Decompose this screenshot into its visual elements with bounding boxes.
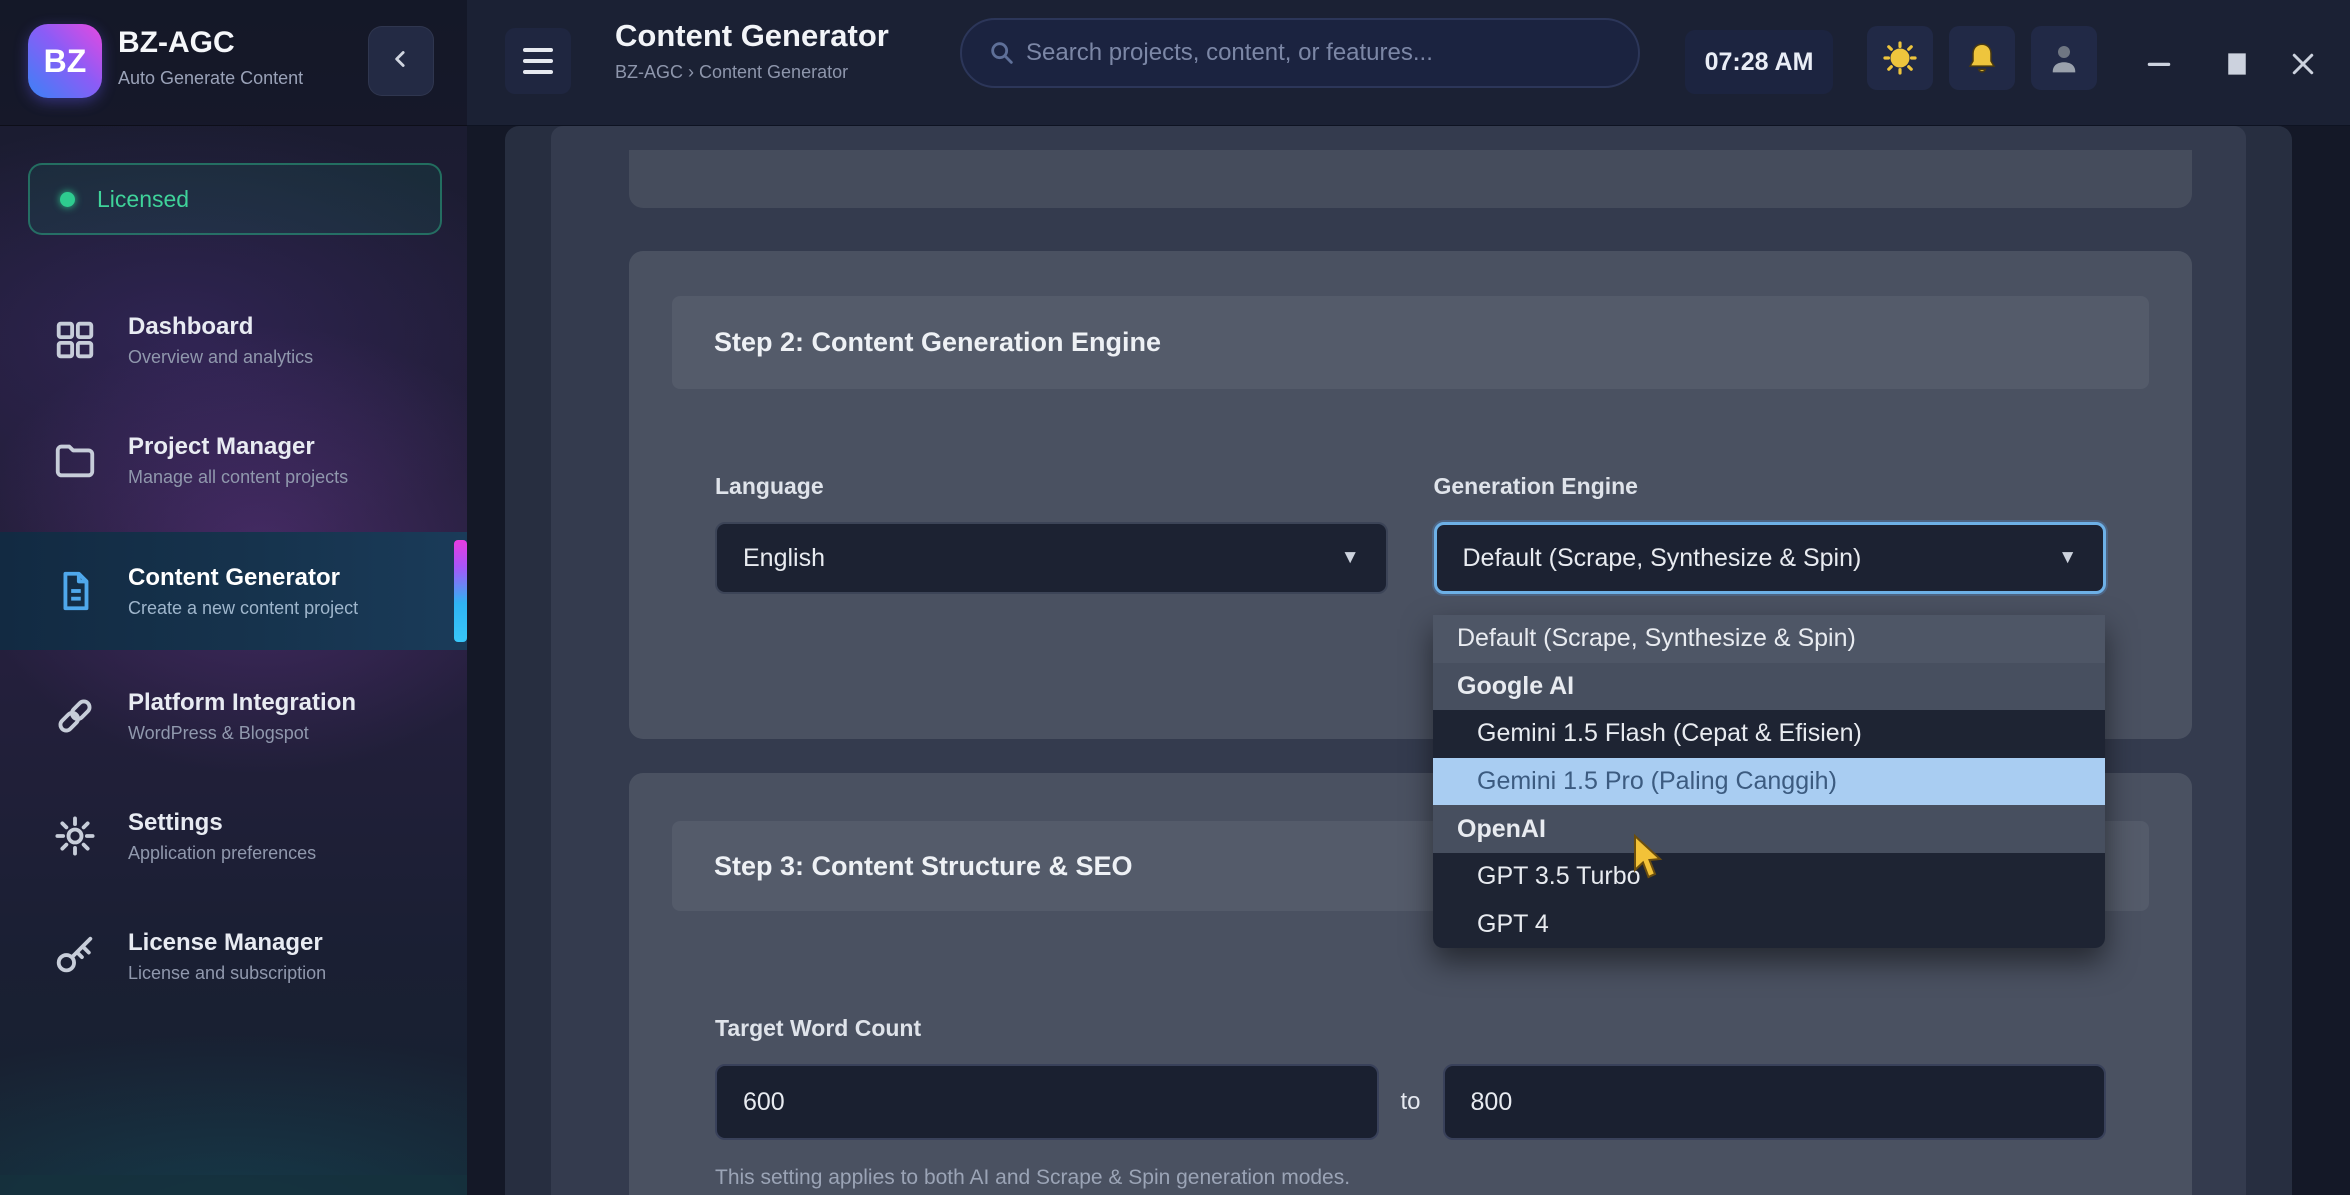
language-select[interactable]: English ▼: [715, 522, 1388, 594]
search-icon: [988, 39, 1016, 67]
chevron-down-icon: ▼: [1341, 547, 1360, 569]
chevron-down-icon: ▼: [2058, 547, 2077, 569]
engine-group-openai: OpenAI: [1433, 805, 2105, 853]
sidebar-item-label: Dashboard: [128, 313, 313, 341]
document-icon: [52, 568, 98, 614]
folder-icon: [52, 437, 98, 483]
theme-toggle-button[interactable]: [1867, 26, 1933, 90]
step2-form-row: Language English ▼ Generation Engine Def…: [672, 473, 2149, 594]
sidebar-item-sublabel: Create a new content project: [128, 598, 358, 619]
app-logo: BZ: [28, 24, 102, 98]
active-item-accent-bar: [454, 540, 467, 642]
step1-card-bottom: [629, 150, 2192, 208]
window-minimize-button[interactable]: [2139, 44, 2179, 84]
license-status-dot: [60, 192, 75, 207]
window-maximize-button[interactable]: [2217, 44, 2257, 84]
language-label: Language: [715, 473, 1388, 500]
sidebar-item-settings[interactable]: Settings Application preferences: [0, 784, 467, 888]
step2-header: Step 2: Content Generation Engine: [672, 296, 2149, 389]
engine-option-gpt4[interactable]: GPT 4: [1433, 900, 2105, 948]
brand-area: BZ BZ-AGC Auto Generate Content: [0, 0, 467, 126]
license-status-label: Licensed: [97, 186, 189, 213]
engine-field: Generation Engine Default (Scrape, Synth…: [1434, 473, 2107, 594]
sidebar-item-sublabel: WordPress & Blogspot: [128, 723, 356, 744]
sidebar-item-sublabel: Overview and analytics: [128, 347, 313, 368]
sidebar-bottom-strip: [0, 1175, 467, 1195]
sidebar-item-license-manager[interactable]: License Manager License and subscription: [0, 904, 467, 1008]
sidebar-item-dashboard[interactable]: Dashboard Overview and analytics: [0, 288, 467, 392]
sidebar-item-content-generator[interactable]: Content Generator Create a new content p…: [0, 532, 467, 650]
language-field: Language English ▼: [715, 473, 1388, 594]
word-count-label: Target Word Count: [672, 1015, 2149, 1042]
hamburger-menu-button[interactable]: [505, 28, 571, 94]
maximize-icon: [2222, 49, 2252, 79]
chevron-left-icon: [388, 46, 414, 77]
breadcrumb: BZ-AGC › Content Generator: [615, 62, 848, 83]
engine-option-gemini-pro[interactable]: Gemini 1.5 Pro (Paling Canggih): [1433, 758, 2105, 806]
sidebar-item-project-manager[interactable]: Project Manager Manage all content proje…: [0, 408, 467, 512]
engine-label: Generation Engine: [1434, 473, 2107, 500]
sidebar-item-label: Settings: [128, 809, 316, 837]
word-count-max-input[interactable]: 800: [1443, 1064, 2107, 1140]
sidebar-item-sublabel: Manage all content projects: [128, 467, 348, 488]
app-tagline: Auto Generate Content: [118, 68, 303, 89]
sidebar-item-platform-integration[interactable]: Platform Integration WordPress & Blogspo…: [0, 664, 467, 768]
page-title: Content Generator: [615, 18, 889, 54]
app-window: BZ BZ-AGC Auto Generate Content Licensed…: [0, 0, 2350, 1195]
sidebar-item-label: Project Manager: [128, 433, 348, 461]
profile-button[interactable]: [2031, 26, 2097, 90]
engine-select-value: Default (Scrape, Synthesize & Spin): [1463, 544, 1862, 573]
engine-group-google-ai: Google AI: [1433, 663, 2105, 711]
user-icon: [2046, 40, 2082, 76]
sidebar-item-label: License Manager: [128, 929, 326, 957]
sidebar: BZ BZ-AGC Auto Generate Content Licensed…: [0, 0, 467, 1195]
titlebar: Content Generator BZ-AGC › Content Gener…: [467, 0, 2350, 126]
clock-display: 07:28 AM: [1685, 30, 1833, 94]
range-separator: to: [1401, 1088, 1421, 1116]
hamburger-icon: [523, 48, 553, 52]
engine-select[interactable]: Default (Scrape, Synthesize & Spin) ▼: [1434, 522, 2107, 594]
notifications-button[interactable]: [1949, 26, 2015, 90]
sidebar-item-label: Platform Integration: [128, 689, 356, 717]
close-icon: [2288, 49, 2318, 79]
engine-option-gemini-flash[interactable]: Gemini 1.5 Flash (Cepat & Efisien): [1433, 710, 2105, 758]
sidebar-item-sublabel: License and subscription: [128, 963, 326, 984]
window-close-button[interactable]: [2283, 44, 2323, 84]
sun-icon: [1881, 39, 1919, 77]
bell-icon: [1964, 40, 2000, 76]
search-input[interactable]: [1026, 39, 1612, 67]
word-count-help-text: This setting applies to both AI and Scra…: [672, 1166, 2149, 1190]
global-search[interactable]: [960, 18, 1640, 88]
engine-option-gpt35-turbo[interactable]: GPT 3.5 Turbo: [1433, 853, 2105, 901]
word-count-range-row: 600 to 800: [672, 1064, 2149, 1140]
license-status-badge: Licensed: [28, 163, 442, 235]
link-icon: [52, 693, 98, 739]
engine-dropdown-menu: Default (Scrape, Synthesize & Spin) Goog…: [1433, 615, 2105, 948]
minimize-icon: [2144, 49, 2174, 79]
gear-icon: [52, 813, 98, 859]
sidebar-collapse-button[interactable]: [368, 26, 434, 96]
grid-icon: [52, 317, 98, 363]
app-name: BZ-AGC: [118, 26, 235, 60]
sidebar-item-sublabel: Application preferences: [128, 843, 316, 864]
word-count-min-input[interactable]: 600: [715, 1064, 1379, 1140]
engine-option-default[interactable]: Default (Scrape, Synthesize & Spin): [1433, 615, 2105, 663]
key-icon: [52, 933, 98, 979]
sidebar-item-label: Content Generator: [128, 564, 358, 592]
language-select-value: English: [743, 544, 825, 573]
